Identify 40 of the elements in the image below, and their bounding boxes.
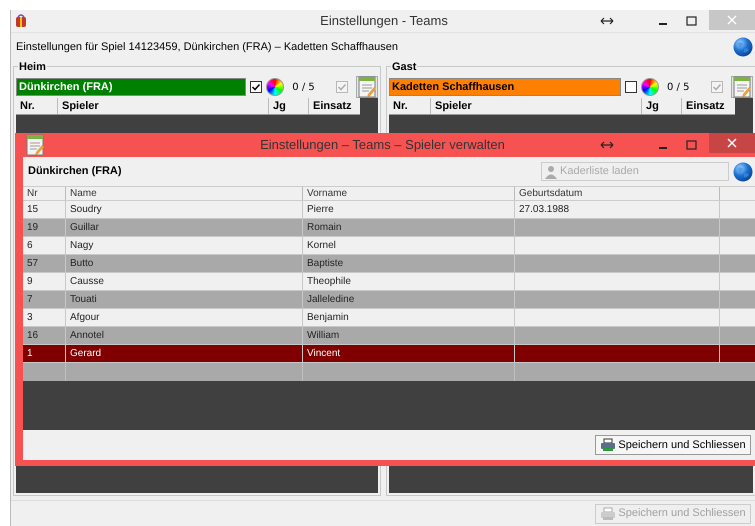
color-wheel-icon[interactable] [266,78,284,96]
player-count: 0 / 5 [667,80,690,94]
dialog-title: Einstellungen – Teams – Spieler verwalten [259,136,506,154]
save-button[interactable]: Speichern und Schliessen [595,435,751,455]
column-header[interactable]: Nr. [16,98,57,114]
column-header[interactable]: Einsatz [681,98,735,114]
globe-icon [733,162,753,182]
team-field[interactable]: Kadetten Schaffhausen [389,78,621,96]
checkbox[interactable] [711,81,723,93]
close-button[interactable] [709,133,755,153]
column-header[interactable]: Name [65,187,302,200]
printer-icon [600,438,616,452]
edit-players-button[interactable] [356,76,378,98]
column-header[interactable]: Nr [23,187,65,200]
column-header[interactable]: Vorname [302,187,514,200]
checkbox[interactable] [250,81,262,93]
column-header[interactable]: Jg [641,98,681,114]
app-icon [14,14,28,28]
printer-icon [600,506,616,520]
color-wheel-icon[interactable] [641,78,659,96]
column-header[interactable]: Jg [268,98,308,114]
column-header[interactable]: Spieler [430,98,641,114]
subtitle: Einstellungen für Spiel 14123459, Dünkirchen (FRA) – Kadetten Schaffhausen [16,40,399,55]
resize-icon[interactable] [600,16,614,26]
column-header[interactable]: Spieler [57,98,268,114]
team-field[interactable]: Dünkirchen (FRA) [16,78,246,96]
team-name: Dünkirchen (FRA) [28,164,122,180]
maximize-icon[interactable] [686,16,697,26]
close-icon [727,138,737,148]
window-title: Einstellungen - Teams [319,12,449,30]
column-header[interactable]: Einsatz [308,98,360,114]
column-header[interactable]: Geburtsdatum [514,187,719,200]
globe-icon [733,37,753,57]
edit-players-button[interactable] [731,76,753,98]
person-icon [544,164,558,178]
close-icon [727,15,737,25]
column-header[interactable]: Nr. [389,98,430,114]
checkbox[interactable] [336,81,348,93]
checkbox[interactable] [625,81,637,93]
player-count: 0 / 5 [292,80,316,94]
